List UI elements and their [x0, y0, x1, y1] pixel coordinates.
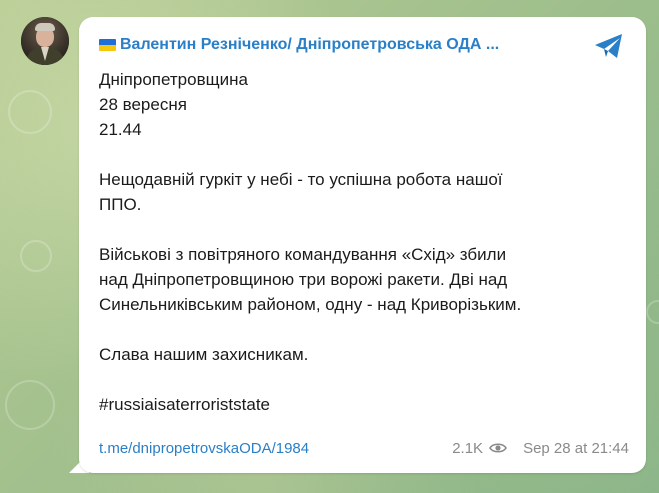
message-line-9: Слава нашим захисникам.	[99, 345, 309, 364]
post-link[interactable]: t.me/dnipropetrovskaODA/1984	[99, 440, 309, 457]
message-line-region: Дніпропетровщина	[99, 70, 248, 89]
eye-icon	[489, 442, 507, 454]
message-line-date: 28 вересня	[99, 95, 187, 114]
background-doodle	[646, 300, 659, 324]
message-line-6: Військові з повітряного командування «Сх…	[99, 245, 507, 264]
ukraine-flag-icon	[99, 39, 116, 51]
message-footer: t.me/dnipropetrovskaODA/1984 2.1K Sep 28…	[99, 437, 629, 459]
message-line-4: Нещодавній гуркіт у небі - то успішна ро…	[99, 170, 503, 189]
view-count-value: 2.1K	[452, 439, 484, 457]
background-doodle	[8, 90, 52, 134]
message-line-7: над Дніпропетровщиною три ворожі ракети.…	[99, 270, 508, 289]
message-line-time: 21.44	[99, 120, 142, 139]
message-text: Дніпропетровщина 28 вересня 21.44 Нещода…	[99, 67, 629, 417]
background-doodle	[5, 380, 55, 430]
view-count: 2.1K	[452, 440, 523, 457]
telegram-plane-icon	[595, 34, 622, 58]
message-line-5: ППО.	[99, 195, 142, 214]
message-timestamp: Sep 28 at 21:44	[523, 439, 629, 457]
message-card: Валентин Резніченко/ Дніпропетровська ОД…	[79, 17, 646, 473]
share-button[interactable]	[591, 30, 627, 62]
background-doodle	[20, 240, 52, 272]
channel-name[interactable]: Валентин Резніченко/ Дніпропетровська ОД…	[120, 36, 499, 54]
hashtag[interactable]: #russiaisaterroriststate	[99, 392, 629, 417]
message-header: Валентин Резніченко/ Дніпропетровська ОД…	[99, 34, 569, 56]
message-line-8: Синельниківським районом, одну - над Кри…	[99, 295, 522, 314]
channel-avatar[interactable]	[21, 17, 69, 65]
